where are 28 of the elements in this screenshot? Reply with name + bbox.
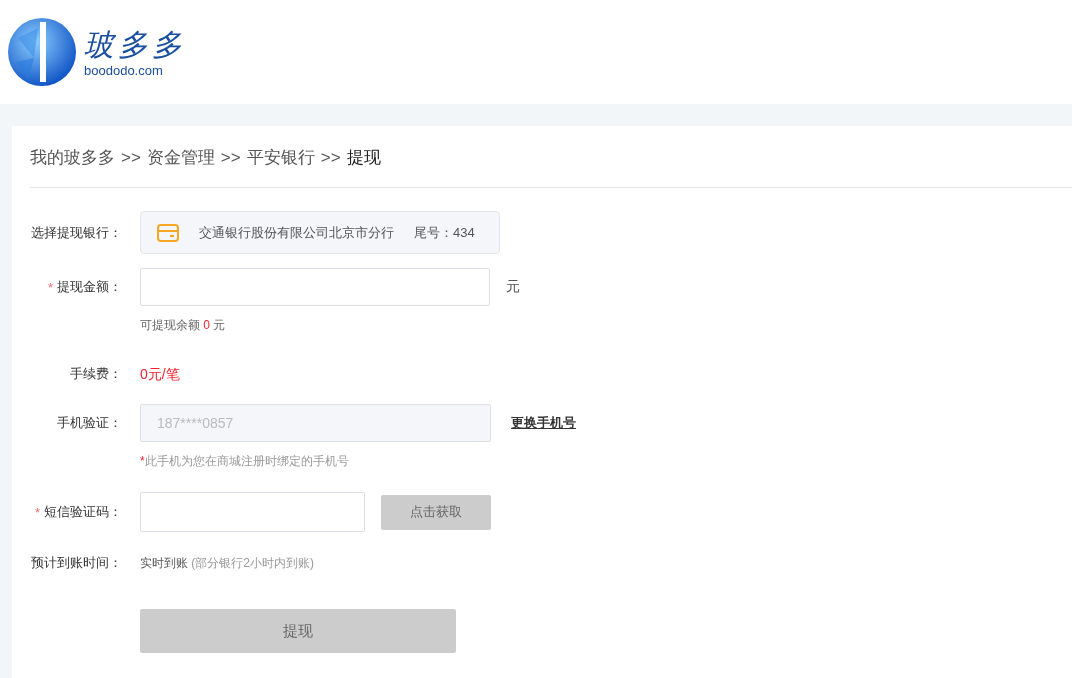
- phone-note: *此手机为您在商城注册时绑定的手机号: [140, 453, 350, 470]
- breadcrumb-link[interactable]: 平安银行: [246, 146, 315, 170]
- get-code-button[interactable]: 点击获取: [381, 494, 491, 530]
- field-label: 预计到账时间：: [30, 554, 122, 572]
- breadcrumb-link[interactable]: 资金管理: [146, 146, 215, 170]
- breadcrumb-separator: >>: [220, 147, 241, 169]
- field-label: 手机验证：: [56, 414, 122, 432]
- card-icon: [157, 223, 179, 242]
- logo-globe-icon: [8, 18, 76, 86]
- field-label: 手续费：: [69, 365, 122, 383]
- breadcrumb-link[interactable]: 我的玻多多: [30, 146, 115, 170]
- field-label: * 短信验证码：: [33, 503, 122, 522]
- phone-input[interactable]: 187****0857: [140, 404, 491, 442]
- field-label: * 提现金额：: [46, 278, 122, 297]
- logo-domain: boododo.com: [84, 62, 164, 78]
- breadcrumb-separator: >>: [320, 147, 341, 169]
- field-label: 选择提现银行：: [30, 223, 122, 242]
- breadcrumb-current: 提现: [346, 147, 381, 169]
- arrival-text: 实时到账 (部分银行2小时内到账): [140, 555, 314, 572]
- change-phone-link[interactable]: 更换手机号: [511, 414, 576, 432]
- bank-card-selector[interactable]: 交通银行股份有限公司北京市分行 尾号：434: [140, 211, 500, 254]
- unit-label: 元: [506, 278, 520, 296]
- sms-code-input[interactable]: [140, 492, 365, 532]
- breadcrumb-separator: >>: [121, 147, 141, 169]
- logo-name: 玻多多: [84, 26, 186, 63]
- balance-text: 可提现余额 0 元: [140, 317, 227, 334]
- amount-input[interactable]: [140, 268, 490, 306]
- fee-value: 0元/笔: [140, 365, 180, 384]
